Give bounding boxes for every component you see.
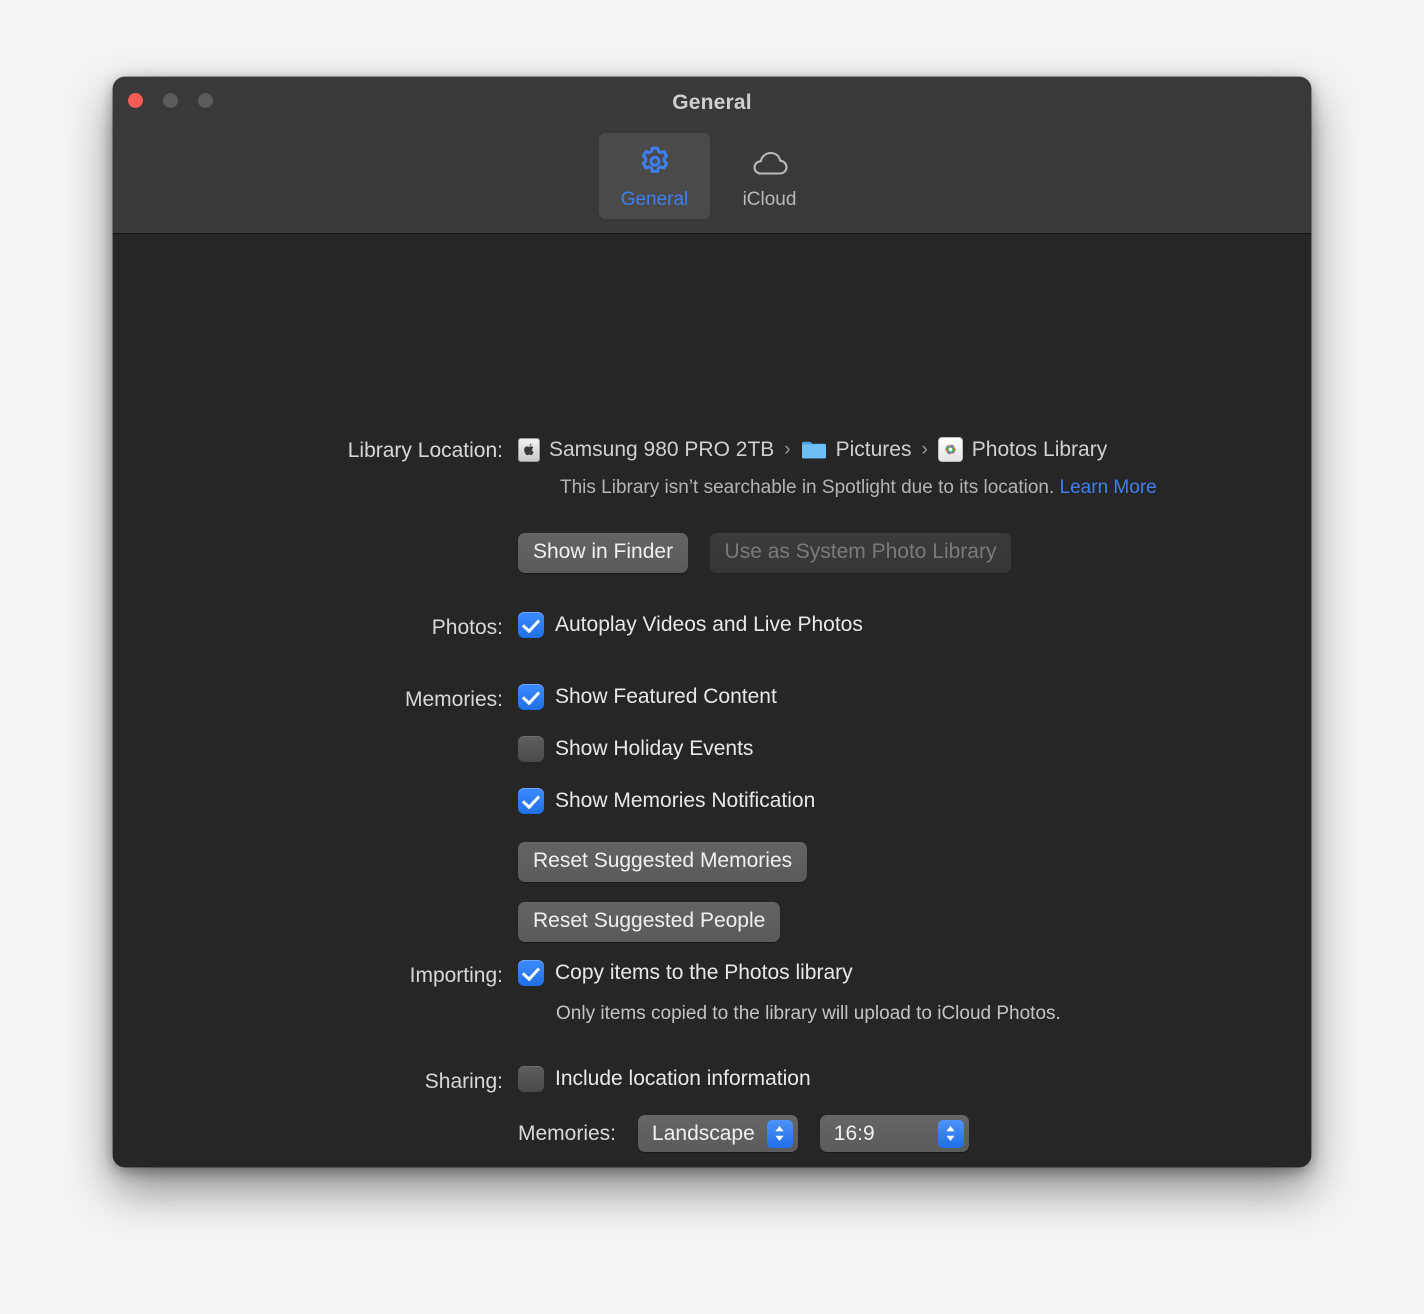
reset-suggested-people-button[interactable]: Reset Suggested People [518, 902, 781, 942]
tab-general[interactable]: General [599, 133, 710, 219]
library-note-text: This Library isn’t searchable in Spotlig… [560, 477, 1055, 498]
memories-orientation-value: Landscape [652, 1121, 755, 1145]
show-in-finder-button[interactable]: Show in Finder [518, 533, 689, 573]
tab-icloud[interactable]: iCloud [714, 133, 825, 219]
show-memories-notification-row[interactable]: Show Memories Notification [518, 788, 815, 814]
include-location-checkbox[interactable] [518, 1066, 544, 1092]
show-holiday-events-checkbox[interactable] [518, 736, 544, 762]
show-featured-content-label: Show Featured Content [555, 685, 777, 708]
show-holiday-events-row[interactable]: Show Holiday Events [518, 736, 753, 762]
importing-note: Only items copied to the library will up… [556, 1003, 1061, 1024]
breadcrumb-separator-2: › [921, 438, 928, 460]
breadcrumb-item-library[interactable]: Photos Library [937, 437, 1108, 462]
show-featured-content-row[interactable]: Show Featured Content [518, 684, 777, 710]
tab-general-label: General [620, 189, 689, 210]
cloud-icon [749, 143, 791, 183]
toolbar-tabs: General iCloud [113, 133, 1311, 219]
gear-icon [636, 143, 674, 183]
chevron-up-down-icon [766, 1119, 793, 1148]
memories-aspect-ratio-popup[interactable]: 16:9 [819, 1115, 969, 1152]
copy-items-label: Copy items to the Photos library [555, 961, 853, 984]
window-titlebar: General General iCloud [113, 77, 1311, 234]
breadcrumb-library-name: Photos Library [971, 437, 1108, 461]
memories-label: Memories: [404, 688, 503, 711]
sharing-memories-label: Memories: [518, 1121, 617, 1145]
preferences-content: Library Location: Samsung 980 PRO 2TB › [113, 234, 1311, 1167]
show-featured-content-checkbox[interactable] [518, 684, 544, 710]
folder-icon [801, 439, 827, 460]
show-holiday-events-label: Show Holiday Events [555, 737, 754, 760]
drive-icon [518, 437, 540, 462]
reset-suggested-memories-button[interactable]: Reset Suggested Memories [518, 842, 808, 882]
library-location-note: This Library isn’t searchable in Spotlig… [560, 477, 1157, 499]
autoplay-videos-label: Autoplay Videos and Live Photos [555, 613, 863, 636]
memories-aspect-ratio-value: 16:9 [833, 1121, 875, 1145]
learn-more-link[interactable]: Learn More [1060, 477, 1157, 498]
copy-items-row[interactable]: Copy items to the Photos library [518, 960, 853, 986]
breadcrumb-volume-name: Samsung 980 PRO 2TB [549, 437, 775, 461]
breadcrumb-item-folder[interactable]: Pictures [801, 437, 912, 462]
copy-items-checkbox[interactable] [518, 960, 544, 986]
importing-label: Importing: [409, 964, 503, 987]
library-location-breadcrumb: Samsung 980 PRO 2TB › Pictures › Photos … [518, 437, 1107, 462]
sharing-label: Sharing: [424, 1070, 503, 1093]
breadcrumb-item-volume[interactable]: Samsung 980 PRO 2TB [518, 437, 775, 462]
tab-icloud-label: iCloud [742, 189, 797, 210]
breadcrumb-separator-1: › [784, 438, 791, 460]
preferences-window: General General iCloud Library Location:… [113, 77, 1311, 1167]
show-memories-notification-label: Show Memories Notification [555, 789, 816, 812]
photos-library-icon [937, 437, 963, 462]
breadcrumb-folder-name: Pictures [835, 437, 912, 461]
window-title: General [672, 91, 752, 114]
autoplay-videos-checkbox[interactable] [518, 612, 544, 638]
include-location-row[interactable]: Include location information [518, 1066, 811, 1092]
show-memories-notification-checkbox[interactable] [518, 788, 544, 814]
autoplay-videos-row[interactable]: Autoplay Videos and Live Photos [518, 612, 863, 638]
memories-orientation-popup[interactable]: Landscape [638, 1115, 798, 1152]
use-as-system-photo-library-button[interactable]: Use as System Photo Library [709, 533, 1012, 573]
photos-label: Photos: [431, 616, 503, 639]
library-location-label: Library Location: [347, 439, 503, 462]
chevron-up-down-icon [937, 1119, 964, 1148]
include-location-label: Include location information [555, 1067, 811, 1090]
